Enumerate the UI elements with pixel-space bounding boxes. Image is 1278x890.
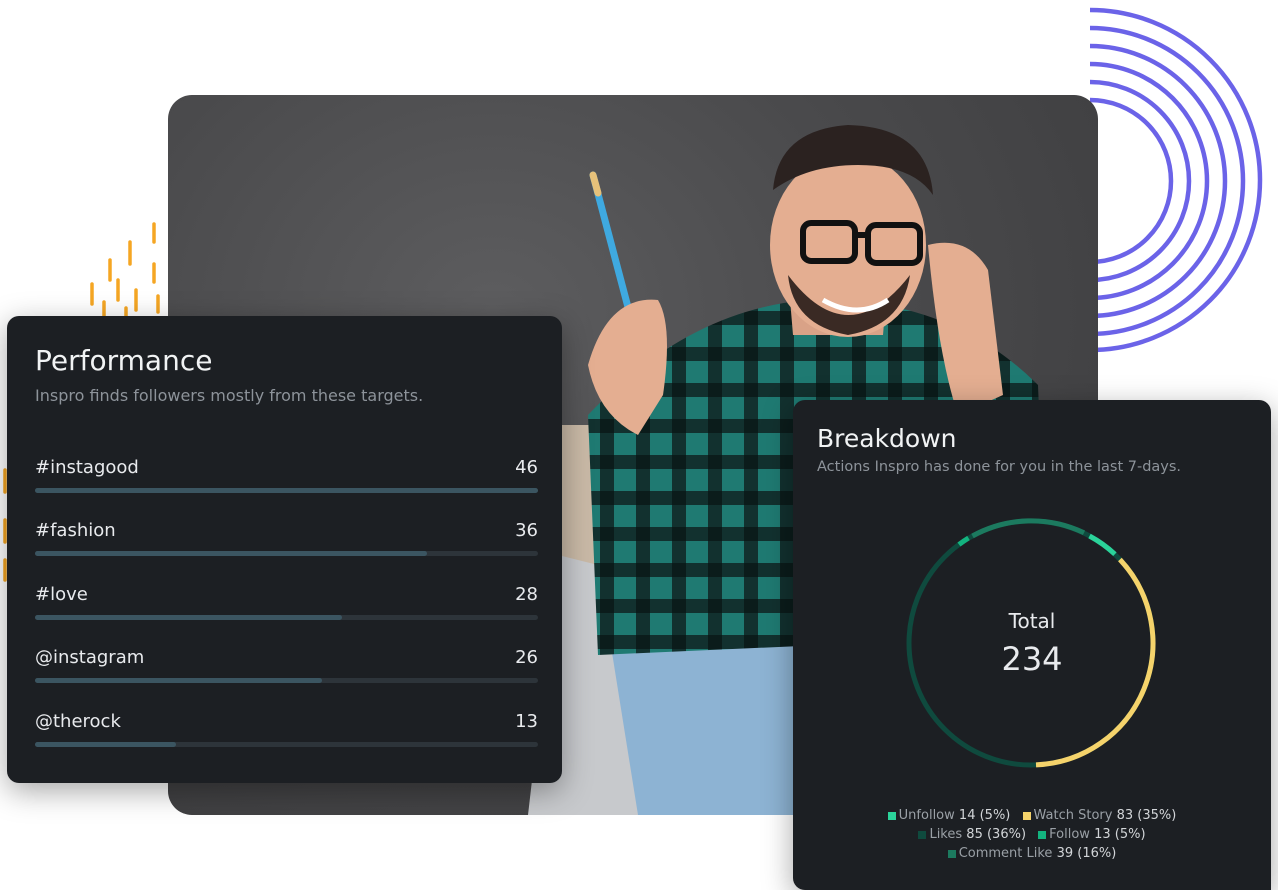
performance-title: Performance [35,344,213,377]
progress-track [35,742,538,747]
target-label: @therock [35,711,121,732]
legend-count: 39 (16%) [1056,846,1117,861]
legend-row: Comment Like 39 (16%) [793,846,1271,861]
legend-swatch [1022,811,1031,820]
total-label: Total [1008,609,1056,633]
legend-name: Unfollow [898,808,955,823]
legend-count: 13 (5%) [1094,827,1146,842]
legend-count: 83 (35%) [1116,808,1177,823]
progress-track [35,551,538,556]
target-value: 13 [515,711,538,732]
target-value: 28 [515,584,538,605]
legend-item-unfollow: Unfollow 14 (5%) [887,808,1011,823]
legend-count: 85 (36%) [966,827,1027,842]
target-row: #love 28 [35,584,538,634]
legend-swatch [887,811,896,820]
legend-name: Likes [929,827,963,842]
target-label: @instagram [35,647,145,668]
progress-fill [35,551,428,556]
legend-name: Comment Like [958,846,1053,861]
donut-segment-unfollow [1088,533,1117,557]
target-value: 46 [515,457,538,478]
target-row: @therock 13 [35,711,538,761]
donut-segment-comment-like [971,518,1086,539]
legend-name: Watch Story [1033,808,1113,823]
progress-track [35,615,538,620]
legend-item-watch-story: Watch Story 83 (35%) [1022,808,1177,823]
target-label: #love [35,584,88,605]
breakdown-subtitle: Actions Inspro has done for you in the l… [817,459,1182,475]
target-row: #instagood 46 [35,457,538,507]
legend-item-likes: Likes 85 (36%) [918,827,1026,842]
target-value: 26 [515,647,538,668]
breakdown-title: Breakdown [817,424,957,453]
performance-subtitle: Inspro finds followers mostly from these… [35,386,424,405]
legend-count: 14 (5%) [958,808,1011,823]
breakdown-card: Breakdown Actions Inspro has done for yo… [793,400,1271,890]
legend-row: Unfollow 14 (5%) Watch Story 83 (35%) [793,808,1271,823]
progress-track [35,678,538,683]
legend-swatch [947,849,956,858]
legend-name: Follow [1049,827,1090,842]
target-value: 36 [515,520,538,541]
legend-swatch [1038,830,1047,839]
target-row: @instagram 26 [35,647,538,697]
target-label: #instagood [35,457,139,478]
progress-fill [35,488,538,493]
performance-card: Performance Inspro finds followers mostl… [7,316,562,783]
legend-row: Likes 85 (36%) Follow 13 (5%) [793,827,1271,842]
target-row: #fashion 36 [35,520,538,570]
total-value: 234 [1001,640,1063,678]
legend-swatch [918,830,927,839]
progress-fill [35,678,322,683]
donut-segment-follow [957,535,970,547]
target-label: #fashion [35,520,116,541]
progress-fill [35,742,176,747]
progress-fill [35,615,342,620]
progress-track [35,488,538,493]
legend-item-follow: Follow 13 (5%) [1038,827,1146,842]
legend-item-comment-like: Comment Like 39 (16%) [947,846,1117,861]
